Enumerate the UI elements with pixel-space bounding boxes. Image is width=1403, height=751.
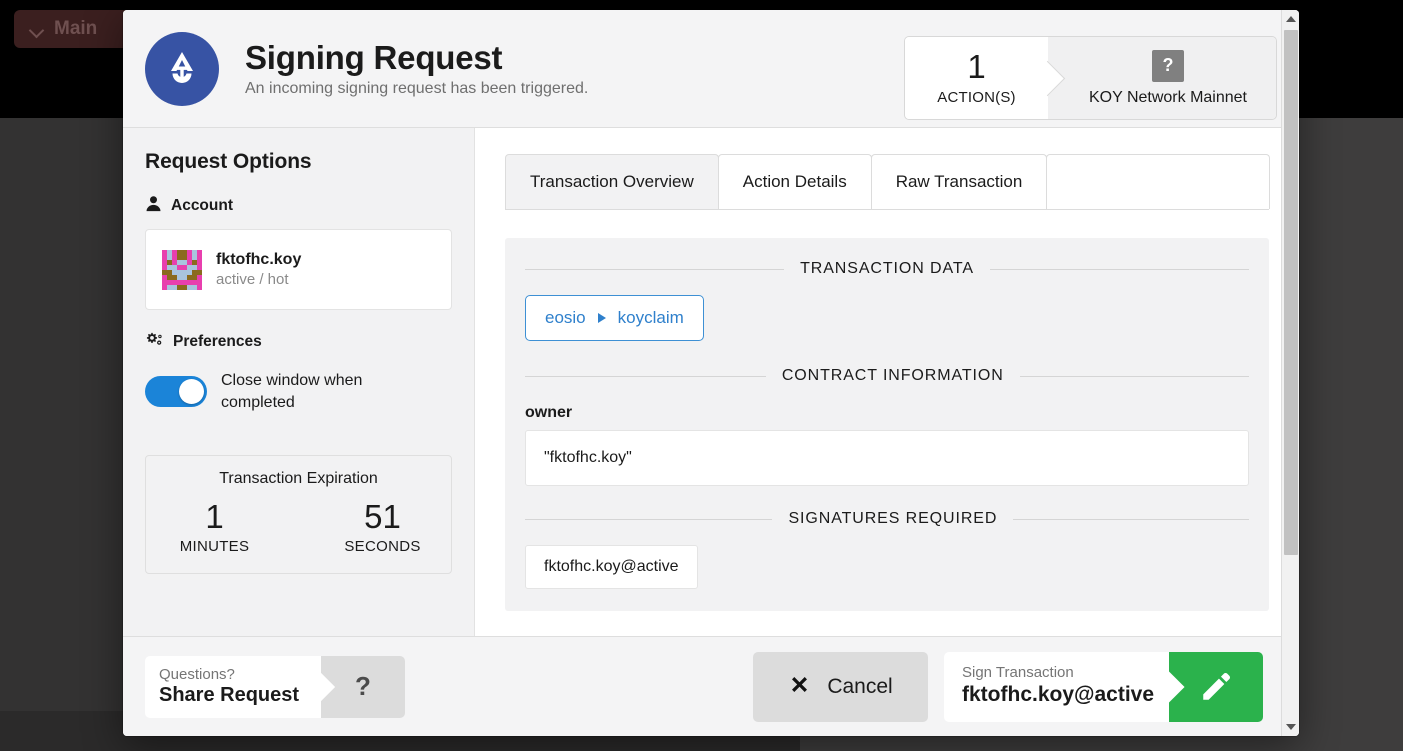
sign-transaction-group[interactable]: Sign Transaction fktofhc.koy@active [944,651,1263,722]
signing-request-modal: Signing Request An incoming signing requ… [123,10,1299,736]
background-network-label: Main [54,18,98,39]
actions-count-label: ACTION(S) [937,89,1016,106]
tab-bar: Transaction Overview Action Details Raw … [505,154,1270,210]
triangle-down-icon[interactable] [1282,718,1299,736]
field-label-owner: owner [525,404,573,421]
expiration-minutes: 1 MINUTES [160,500,270,555]
action-pill-eosio-koyclaim[interactable]: eosio koyclaim [525,295,704,341]
identicon-avatar [162,249,202,290]
network-badge[interactable]: ? KOY Network Mainnet [1048,37,1276,119]
transaction-data-heading: TRANSACTION DATA [525,260,1249,278]
request-options-sidebar: Request Options Account fktofhc.koy acti… [123,128,475,636]
tab-raw-transaction[interactable]: Raw Transaction [870,154,1048,209]
share-request-label: Share Request [159,684,300,707]
modal-body: Request Options Account fktofhc.koy acti… [123,128,1299,636]
sign-transaction-button[interactable]: Sign Transaction fktofhc.koy@active [944,651,1169,722]
contract-information-heading: CONTRACT INFORMATION [525,367,1249,385]
toggle-knob [179,379,204,405]
close-window-toggle-label: Close window when completed [221,372,363,411]
account-card-text: fktofhc.koy active / hot [216,251,301,288]
actions-count-badge: 1 ACTION(S) [905,37,1048,119]
expiration-seconds-value: 51 [364,498,401,536]
share-request-group[interactable]: Questions? Share Request ? [145,655,405,718]
person-icon [145,195,162,217]
footer-actions: Cancel Sign Transaction fktofhc.koy@acti… [753,651,1263,722]
anchor-a-logo-icon [145,31,219,106]
tab-transaction-overview[interactable]: Transaction Overview [505,154,719,209]
action-name: koyclaim [617,308,684,327]
network-label: KOY Network Mainnet [1089,88,1247,106]
signature-chip: fktofhc.koy@active [525,545,698,589]
chevron-down-icon [30,25,44,33]
page-title: Signing Request [245,39,503,77]
header-badges: 1 ACTION(S) ? KOY Network Mainnet [904,36,1277,120]
close-window-toggle[interactable] [145,376,207,408]
expiration-minutes-label: MINUTES [179,538,250,556]
actions-count-value: 1 [967,48,986,85]
preferences-section-label: Preferences [173,333,262,350]
preferences-section-header: Preferences [145,331,452,353]
field-value-owner: "fktofhc.koy" [525,430,1249,486]
sign-transaction-small-label: Sign Transaction [962,664,1074,682]
cancel-button[interactable]: Cancel [753,651,928,722]
signatures-required-heading: SIGNATURES REQUIRED [525,510,1249,528]
sign-transaction-account: fktofhc.koy@active [962,683,1155,707]
tab-action-details[interactable]: Action Details [717,154,872,209]
modal-scrollbar[interactable] [1281,10,1299,736]
network-help-icon: ? [1152,49,1184,82]
expiration-minutes-value: 1 [205,498,224,536]
transaction-overview-panel: TRANSACTION DATA eosio koyclaim CONTRACT… [505,238,1269,611]
transaction-content-pane: Transaction Overview Action Details Raw … [475,128,1299,636]
modal-footer: Questions? Share Request ? Cancel Sign T… [123,636,1299,736]
close-x-icon [788,673,811,701]
account-section-label: Account [171,197,233,214]
share-request-small-label: Questions? [159,665,235,683]
gears-icon [145,331,164,353]
modal-header: Signing Request An incoming signing requ… [123,10,1299,128]
account-permission: active / hot [216,271,289,288]
scrollbar-thumb[interactable] [1284,30,1298,555]
transaction-expiration-title: Transaction Expiration [219,470,378,488]
expiration-seconds-label: SECONDS [344,538,421,556]
triangle-up-icon[interactable] [1282,10,1299,28]
transaction-expiration-values: 1 MINUTES 51 SECONDS [156,500,441,555]
account-card[interactable]: fktofhc.koy active / hot [145,229,452,310]
account-name: fktofhc.koy [216,251,302,268]
close-window-preference-row[interactable]: Close window when completed [145,370,452,413]
expiration-seconds: 51 SECONDS [328,500,438,555]
page-subtitle: An incoming signing request has been tri… [245,79,589,97]
triangle-right-icon [597,313,606,323]
tab-bar-filler [1046,154,1270,209]
transaction-expiration-card: Transaction Expiration 1 MINUTES 51 SECO… [145,455,452,575]
cancel-button-label: Cancel [827,674,893,698]
share-request-button[interactable]: Questions? Share Request [145,655,321,718]
action-contract-name: eosio [545,308,586,327]
sidebar-title: Request Options [145,150,312,173]
header-title-block: Signing Request An incoming signing requ… [245,39,588,98]
account-section-header: Account [145,195,452,217]
